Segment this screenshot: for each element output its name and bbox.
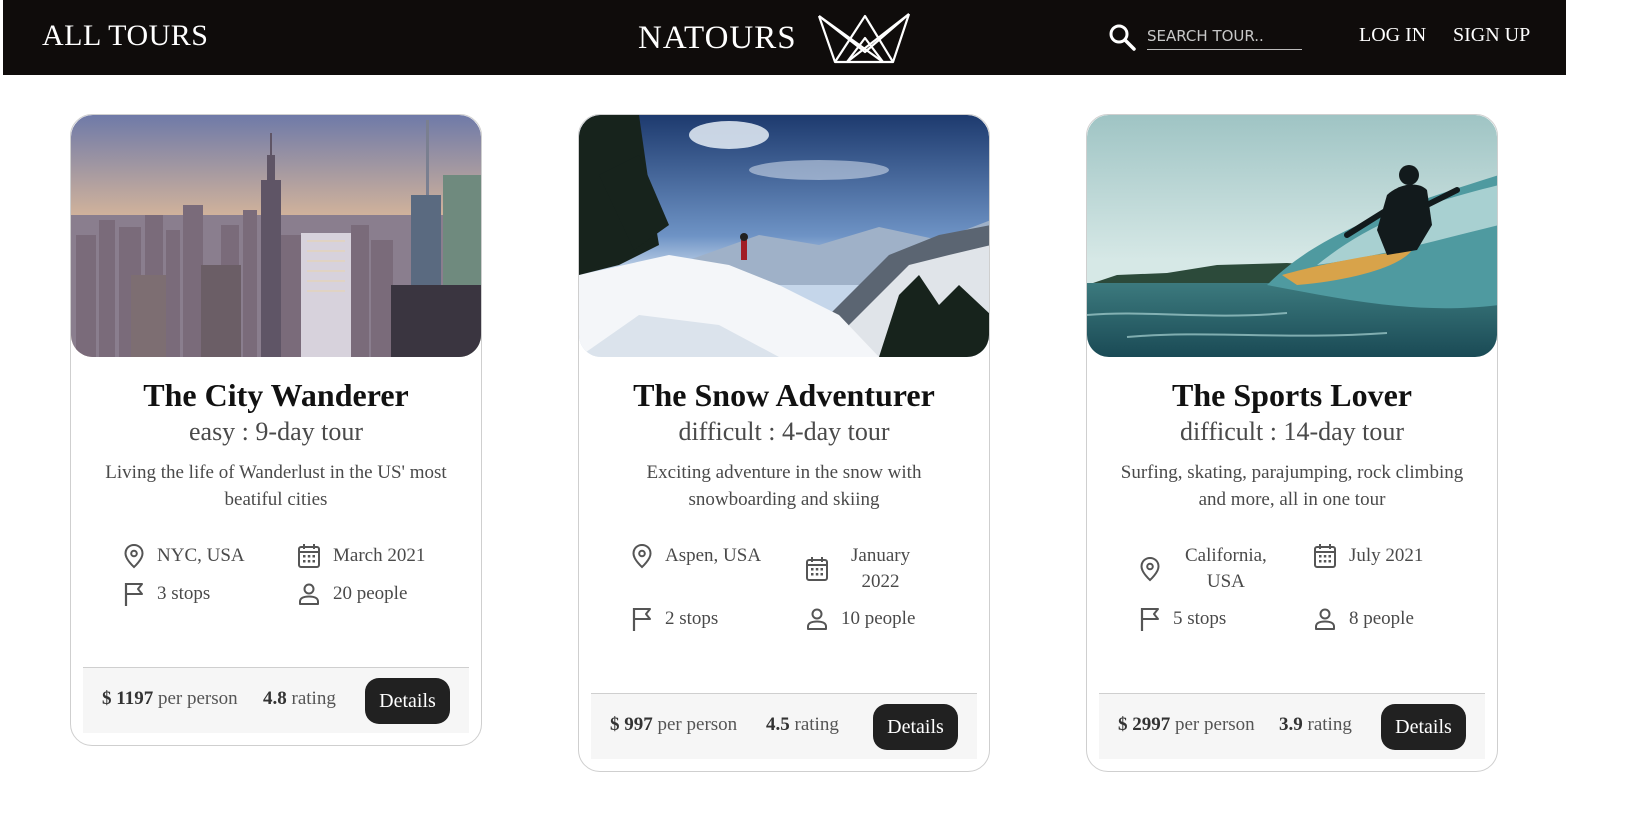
tour-price: $ 997 per person <box>610 714 737 736</box>
tour-rating: 4.8 rating <box>263 688 336 710</box>
tour-rating-value: 4.8 <box>263 688 287 709</box>
tour-price-suffix: per person <box>1170 714 1255 735</box>
tour-rating-suffix: rating <box>789 714 839 735</box>
user-icon <box>1315 608 1335 630</box>
tour-facts: California, USA July 2021 5 stops 8 peopl… <box>1087 543 1497 679</box>
tour-title: The Sports Lover <box>1172 377 1412 413</box>
tour-stops: 2 stops <box>631 606 718 632</box>
tour-stops: 5 stops <box>1139 606 1226 632</box>
tour-location-country: USA <box>1206 571 1245 592</box>
tour-difficulty: easy : 9-day tour <box>188 417 363 446</box>
tour-date-month: January <box>851 545 911 566</box>
tour-date-text: January 2022 <box>851 543 910 595</box>
tour-footer: $ 1197 per person 4.8 rating Details <box>83 667 469 733</box>
tour-price: $ 1197 per person <box>102 688 238 710</box>
tour-people: 10 people <box>805 606 915 632</box>
tour-date-year: 2022 <box>861 571 900 592</box>
tour-people-text: 8 people <box>1349 608 1414 629</box>
flag-icon <box>1140 608 1159 631</box>
tour-people-text: 10 people <box>841 608 916 629</box>
all-tours-link[interactable]: ALL TOURS <box>42 19 208 53</box>
tour-location-text: Aspen, USA <box>665 545 762 566</box>
tour-description: Exciting adventure in the snow with snow… <box>646 462 922 510</box>
tour-location: NYC, USA <box>123 543 245 569</box>
tour-location: Aspen, USA <box>631 543 761 569</box>
calendar-icon <box>1314 544 1336 568</box>
tour-rating-value: 3.9 <box>1279 714 1303 735</box>
tour-footer: $ 2997 per person 3.9 rating Details <box>1099 693 1485 759</box>
tour-card-snow-adventurer: The Snow Adventurer difficult : 4-day to… <box>578 114 990 772</box>
tour-image-snow <box>579 115 989 357</box>
tour-date: March 2021 <box>297 543 425 569</box>
tour-image-surf <box>1087 115 1497 357</box>
tour-difficulty: difficult : 14-day tour <box>1179 417 1405 446</box>
tour-stops-text: 5 stops <box>1173 608 1227 629</box>
tour-price-suffix: per person <box>153 688 238 709</box>
tour-rating: 4.5 rating <box>766 714 839 736</box>
crown-logo-icon <box>817 13 910 64</box>
tour-stops-text: 2 stops <box>665 608 719 629</box>
search-icon[interactable] <box>1107 22 1137 52</box>
tour-date: January 2022 <box>805 543 910 595</box>
tour-card-sports-lover: The Sports Lover difficult : 14-day tour… <box>1086 114 1498 772</box>
map-pin-icon <box>124 543 144 569</box>
tour-rating-value: 4.5 <box>766 714 790 735</box>
login-link[interactable]: LOG IN <box>1359 24 1426 47</box>
tour-description: Living the life of Wanderlust in the US'… <box>105 462 447 510</box>
details-button[interactable]: Details <box>365 678 450 724</box>
map-pin-icon <box>632 543 652 569</box>
calendar-icon <box>806 557 828 581</box>
tour-facts: Aspen, USA January 2022 2 stops 10 people <box>579 543 989 679</box>
calendar-icon <box>298 544 320 568</box>
tour-rating-suffix: rating <box>286 688 336 709</box>
tour-card-city-wanderer: The City Wanderer easy : 9-day tour Livi… <box>70 114 482 746</box>
tour-location-city: California, <box>1185 545 1267 566</box>
user-icon <box>807 608 827 630</box>
tour-title: The Snow Adventurer <box>633 377 935 413</box>
tour-people-text: 20 people <box>333 583 408 604</box>
details-button[interactable]: Details <box>1381 704 1466 750</box>
tour-image-city <box>71 115 481 357</box>
tour-description: Surfing, skating, parajumping, rock clim… <box>1120 462 1464 510</box>
top-navbar: ALL TOURS NATOURS LOG IN SIGN UP <box>3 0 1566 75</box>
tour-price-value: $ 997 <box>610 714 653 735</box>
tour-location: California, USA <box>1139 543 1267 595</box>
tour-price-suffix: per person <box>652 714 738 735</box>
tour-difficulty: difficult : 4-day tour <box>678 417 890 446</box>
map-pin-icon <box>1140 556 1160 582</box>
tour-facts: NYC, USA March 2021 3 stops 20 people <box>71 543 481 653</box>
tour-rating: 3.9 rating <box>1279 714 1352 736</box>
tour-price-value: $ 1197 <box>102 688 154 709</box>
tour-footer: $ 997 per person 4.5 rating Details <box>591 693 977 759</box>
search-box <box>1107 22 1307 52</box>
tour-date-text: July 2021 <box>1349 545 1424 566</box>
tour-date: July 2021 <box>1313 543 1423 569</box>
tour-people: 8 people <box>1313 606 1414 632</box>
user-icon <box>299 583 319 605</box>
tour-stops-text: 3 stops <box>157 583 211 604</box>
tour-title: The City Wanderer <box>143 377 409 413</box>
flag-icon <box>124 583 143 606</box>
tour-price: $ 2997 per person <box>1118 714 1255 736</box>
details-button[interactable]: Details <box>873 704 958 750</box>
tour-location-text: California, USA <box>1185 543 1267 595</box>
tour-price-value: $ 2997 <box>1118 714 1171 735</box>
tour-people: 20 people <box>297 581 407 607</box>
flag-icon <box>632 608 651 631</box>
tour-rating-suffix: rating <box>1302 714 1352 735</box>
brand-name: NATOURS <box>638 19 797 56</box>
tour-stops: 3 stops <box>123 581 210 607</box>
brand[interactable]: NATOURS <box>638 8 913 68</box>
tour-date-text: March 2021 <box>333 545 426 566</box>
signup-link[interactable]: SIGN UP <box>1453 24 1530 47</box>
tour-location-text: NYC, USA <box>157 545 245 566</box>
search-input[interactable] <box>1147 22 1302 50</box>
